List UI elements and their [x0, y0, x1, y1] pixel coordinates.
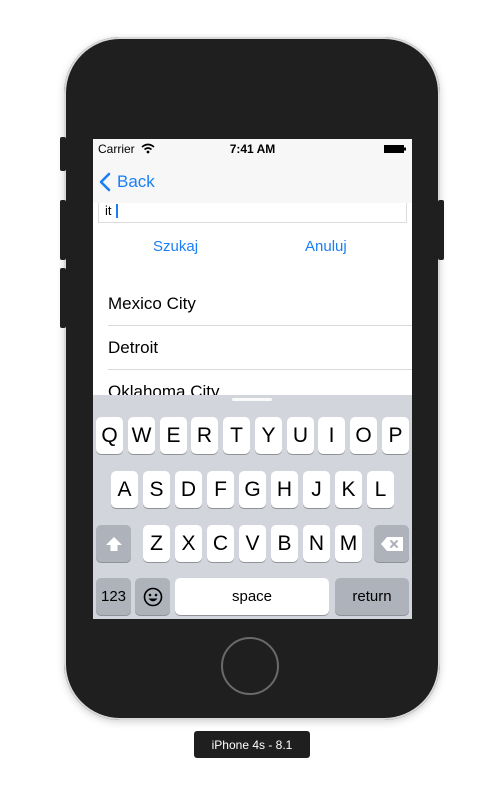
silent-switch	[60, 137, 66, 171]
shift-icon	[105, 536, 122, 551]
home-button[interactable]	[221, 637, 279, 695]
return-key[interactable]: return	[335, 578, 409, 615]
key[interactable]: C	[207, 525, 234, 562]
power-button	[438, 200, 444, 260]
key[interactable]: S	[143, 471, 170, 508]
volume-down-button	[60, 268, 66, 328]
shift-key[interactable]	[96, 525, 131, 562]
key[interactable]: B	[271, 525, 298, 562]
key[interactable]: Q	[96, 417, 123, 454]
search-button[interactable]: Szukaj	[153, 238, 198, 255]
key[interactable]: N	[303, 525, 330, 562]
key[interactable]: R	[191, 417, 218, 454]
search-input[interactable]: it	[98, 203, 407, 223]
key[interactable]: O	[350, 417, 377, 454]
key[interactable]: U	[287, 417, 314, 454]
backspace-icon	[380, 536, 403, 551]
key[interactable]: Y	[255, 417, 282, 454]
emoji-key[interactable]	[135, 578, 170, 615]
key[interactable]: P	[382, 417, 409, 454]
cancel-button[interactable]: Anuluj	[305, 238, 347, 255]
space-key[interactable]: space	[175, 578, 329, 615]
status-bar: Carrier 7:41 AM	[93, 139, 412, 159]
key[interactable]: X	[175, 525, 202, 562]
key[interactable]: W	[128, 417, 155, 454]
chevron-left-icon	[99, 172, 111, 192]
device-screen: Carrier 7:41 AM Back it Szukaj Anuluj Me…	[93, 139, 412, 619]
search-input-value: it	[105, 203, 112, 218]
delete-key[interactable]	[374, 525, 409, 562]
navigation-bar: Back	[93, 159, 412, 203]
back-button[interactable]: Back	[99, 170, 155, 194]
keyboard-handle[interactable]	[232, 398, 272, 401]
battery-icon	[384, 145, 406, 153]
key[interactable]: G	[239, 471, 266, 508]
list-item[interactable]: Mexico City	[108, 282, 412, 326]
key[interactable]: F	[207, 471, 234, 508]
list-item[interactable]: Detroit	[108, 326, 412, 370]
text-cursor	[116, 204, 118, 218]
key[interactable]: T	[223, 417, 250, 454]
key[interactable]: A	[111, 471, 138, 508]
key[interactable]: M	[335, 525, 362, 562]
key[interactable]: K	[335, 471, 362, 508]
key[interactable]: L	[367, 471, 394, 508]
key[interactable]: J	[303, 471, 330, 508]
key[interactable]: H	[271, 471, 298, 508]
key[interactable]: I	[318, 417, 345, 454]
key[interactable]: D	[175, 471, 202, 508]
volume-up-button	[60, 200, 66, 260]
device-label: iPhone 4s - 8.1	[194, 731, 310, 758]
key[interactable]: Z	[143, 525, 170, 562]
key[interactable]: E	[160, 417, 187, 454]
keyboard: Q W E R T Y U I O P A S D F G H J K L Z …	[93, 395, 412, 619]
back-label: Back	[117, 172, 155, 191]
emoji-icon	[143, 587, 162, 606]
key[interactable]: V	[239, 525, 266, 562]
numbers-key[interactable]: 123	[96, 578, 131, 615]
status-time: 7:41 AM	[229, 142, 276, 156]
